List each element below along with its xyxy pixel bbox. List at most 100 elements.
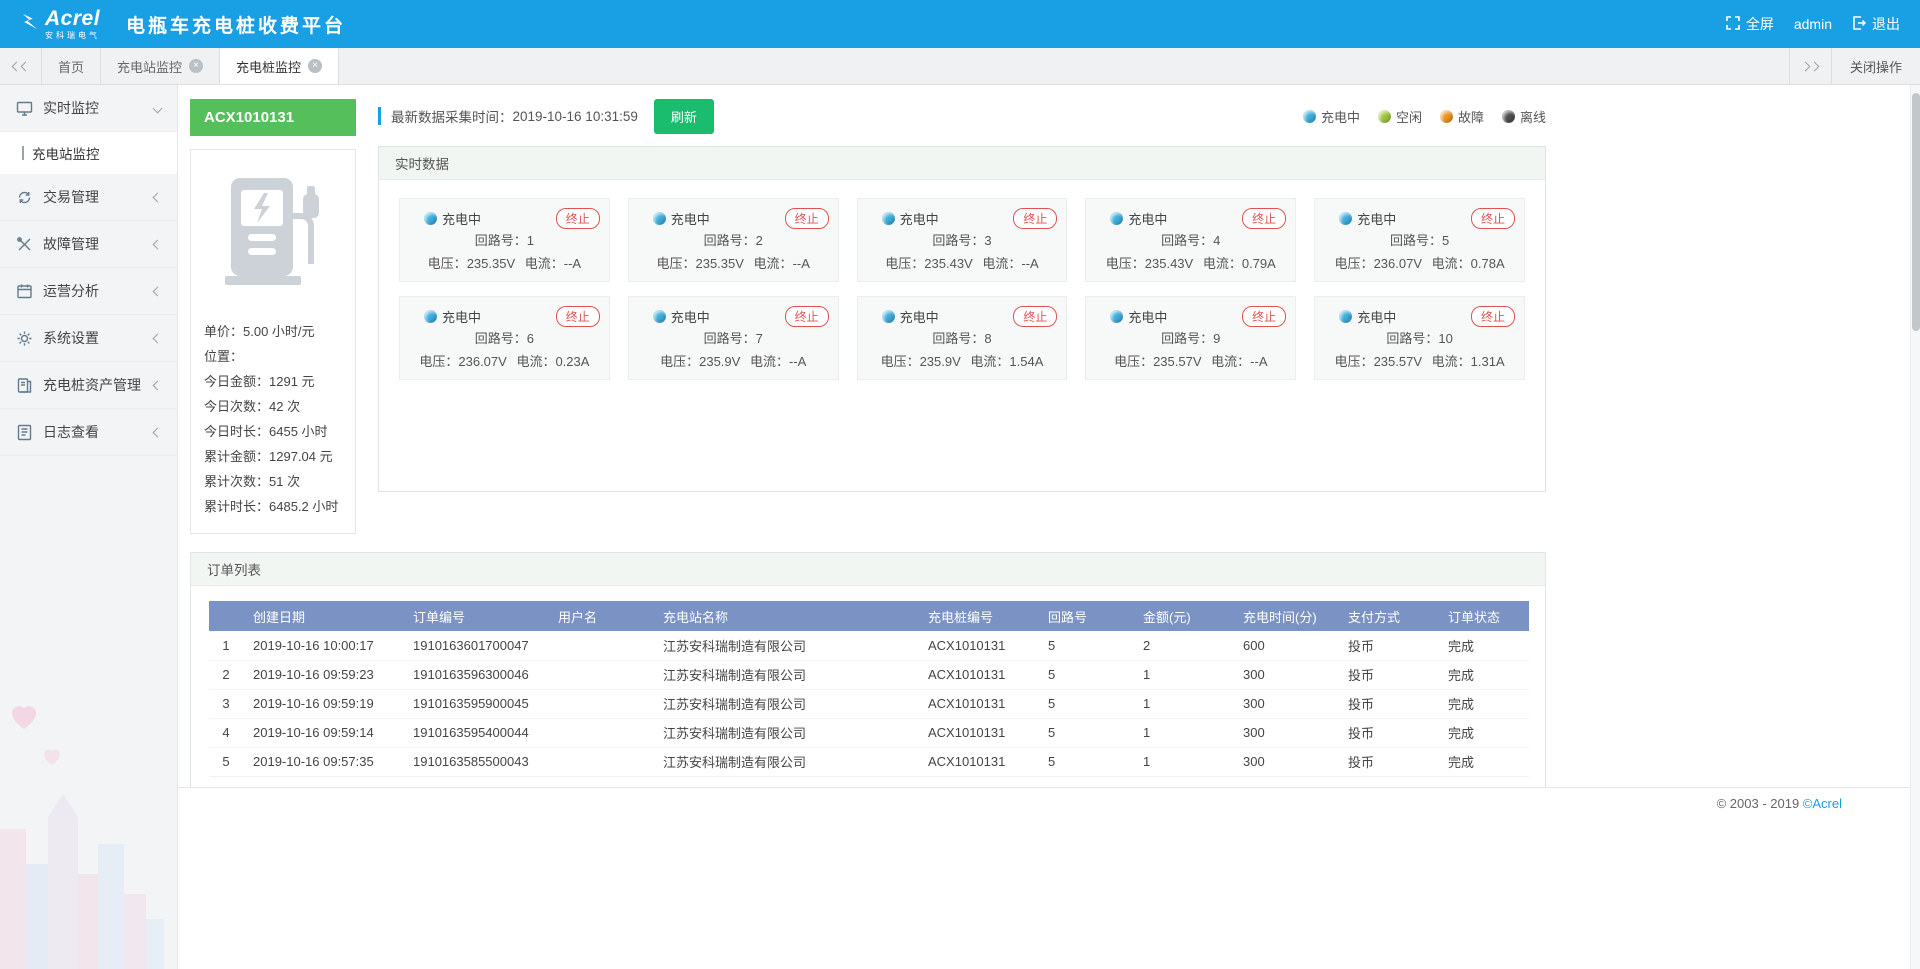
acrel-brand-link[interactable]: ©Acrel — [1803, 796, 1842, 811]
table-cell: 江苏安科瑞制造有限公司 — [653, 631, 918, 660]
table-cell: 300 — [1233, 718, 1338, 747]
stop-button[interactable]: 终止 — [785, 208, 829, 229]
sidebar-item[interactable]: 故障管理 — [0, 221, 177, 268]
table-cell: 江苏安科瑞制造有限公司 — [653, 747, 918, 776]
fullscreen-button[interactable]: 全屏 — [1726, 14, 1774, 34]
sidebar-item[interactable]: 交易管理 — [0, 174, 177, 221]
stat-label: 累计次数： — [204, 474, 269, 489]
circuit-no-value: 5 — [1442, 233, 1449, 248]
legend-item: 充电中 — [1303, 107, 1360, 126]
stop-button[interactable]: 终止 — [556, 208, 600, 229]
voltage-value: 235.43V — [1145, 256, 1193, 271]
circuit-status-label: 充电中 — [442, 307, 481, 326]
close-operations-button[interactable]: 关闭操作 — [1831, 48, 1920, 84]
sidebar-item[interactable]: 运营分析 — [0, 268, 177, 315]
circuit-no-value: 4 — [1213, 233, 1220, 248]
table-cell: 2 — [209, 660, 243, 689]
stop-button[interactable]: 终止 — [1471, 208, 1515, 229]
table-cell: ACX1010131 — [918, 660, 1038, 689]
logout-icon — [1852, 16, 1866, 33]
current-value: --A — [1250, 354, 1267, 369]
table-cell: 2019-10-16 09:59:23 — [243, 660, 403, 689]
tab[interactable]: 充电站监控 × — [101, 48, 220, 84]
table-cell — [548, 631, 653, 660]
table-cell: 1910163595900045 — [403, 689, 548, 718]
circuit-no-label: 回路号： — [1161, 233, 1213, 248]
page-footer: © 2003 - 2019 ©Acrel — [178, 787, 1920, 819]
chevron-icon — [153, 427, 163, 437]
stop-button[interactable]: 终止 — [1013, 208, 1057, 229]
stat-label: 今日次数： — [204, 399, 269, 414]
circuit-card: 充电中 终止 回路号：8 电压：235.9V 电流：1.54A — [857, 296, 1068, 380]
table-cell: 江苏安科瑞制造有限公司 — [653, 689, 918, 718]
tab-label: 充电站监控 — [117, 57, 182, 76]
voltage-value: 235.43V — [924, 256, 972, 271]
column-header: 充电桩编号 — [918, 601, 1038, 631]
table-cell: ACX1010131 — [918, 631, 1038, 660]
tabs-scroll-right-button[interactable] — [1789, 48, 1831, 84]
stop-button[interactable]: 终止 — [785, 306, 829, 327]
circuit-status-label: 充电中 — [1128, 209, 1167, 228]
table-cell: 完成 — [1438, 718, 1529, 747]
table-cell: 1 — [209, 631, 243, 660]
tab-close-icon[interactable]: × — [308, 59, 322, 73]
current-value: 0.79A — [1242, 256, 1276, 271]
legend-item: 故障 — [1440, 107, 1484, 126]
status-dot-icon — [424, 212, 437, 225]
circuit-no-value: 1 — [527, 233, 534, 248]
status-dot-icon — [1339, 310, 1352, 323]
circuit-card: 充电中 终止 回路号：5 电压：236.07V 电流：0.78A — [1314, 198, 1525, 282]
tabs-scroll-left-button[interactable] — [0, 48, 42, 84]
sidebar-item[interactable]: 充电桩资产管理 — [0, 362, 177, 409]
refresh-button[interactable]: 刷新 — [654, 99, 714, 134]
logout-button[interactable]: 退出 — [1852, 14, 1900, 34]
chevrons-left-icon — [13, 63, 29, 70]
table-cell: 2019-10-16 10:00:17 — [243, 631, 403, 660]
stop-button[interactable]: 终止 — [1242, 208, 1286, 229]
table-row: 52019-10-16 09:57:351910163585500043江苏安科… — [209, 747, 1529, 776]
orders-header-row: 创建日期订单编号用户名充电站名称充电桩编号回路号金额(元)充电时间(分)支付方式… — [209, 601, 1529, 631]
stop-button[interactable]: 终止 — [1013, 306, 1057, 327]
circuit-no-label: 回路号： — [704, 233, 756, 248]
legend-item: 空闲 — [1378, 107, 1422, 126]
sidebar-item-label: 日志查看 — [43, 422, 99, 442]
collect-time-label: 最新数据采集时间： — [391, 106, 513, 126]
stop-button[interactable]: 终止 — [1471, 306, 1515, 327]
sidebar-item-label: 系统设置 — [43, 328, 99, 348]
table-cell: ACX1010131 — [918, 718, 1038, 747]
circuit-no-value: 10 — [1438, 331, 1452, 346]
circuit-no-value: 3 — [984, 233, 991, 248]
column-header — [209, 601, 243, 631]
fault-icon — [16, 236, 33, 253]
sidebar-item[interactable]: 日志查看 — [0, 409, 177, 456]
status-dot-icon — [1110, 212, 1123, 225]
status-dot-icon — [1110, 310, 1123, 323]
legend-label: 空闲 — [1396, 107, 1422, 126]
sidebar-item[interactable]: 实时监控 — [0, 85, 177, 132]
vertical-scrollbar[interactable] — [1910, 85, 1920, 969]
table-cell: 1 — [1133, 718, 1233, 747]
sidebar-item[interactable]: 系统设置 — [0, 315, 177, 362]
stop-button[interactable]: 终止 — [556, 306, 600, 327]
tab-label: 首页 — [58, 57, 84, 76]
stat-label: 今日金额： — [204, 374, 269, 389]
table-cell: ACX1010131 — [918, 747, 1038, 776]
scrollbar-thumb[interactable] — [1912, 93, 1920, 331]
circuit-no-label: 回路号： — [1390, 233, 1442, 248]
circuit-status-label: 充电中 — [442, 209, 481, 228]
table-row: 32019-10-16 09:59:191910163595900045江苏安科… — [209, 689, 1529, 718]
tab[interactable]: 首页 — [42, 48, 101, 84]
sidebar-subitem[interactable]: 充电站监控 — [0, 132, 177, 174]
tab[interactable]: 充电桩监控 × — [220, 48, 339, 84]
circuit-no-label: 回路号： — [1161, 331, 1213, 346]
username[interactable]: admin — [1794, 16, 1832, 32]
table-cell: 江苏安科瑞制造有限公司 — [653, 660, 918, 689]
asset-icon — [16, 377, 33, 394]
tab-close-icon[interactable]: × — [189, 59, 203, 73]
status-dot-icon — [653, 212, 666, 225]
circuit-no-value: 9 — [1213, 331, 1220, 346]
column-header: 创建日期 — [243, 601, 403, 631]
subitem-marker — [22, 146, 24, 160]
stat-line: 位置： — [204, 344, 342, 369]
stop-button[interactable]: 终止 — [1242, 306, 1286, 327]
